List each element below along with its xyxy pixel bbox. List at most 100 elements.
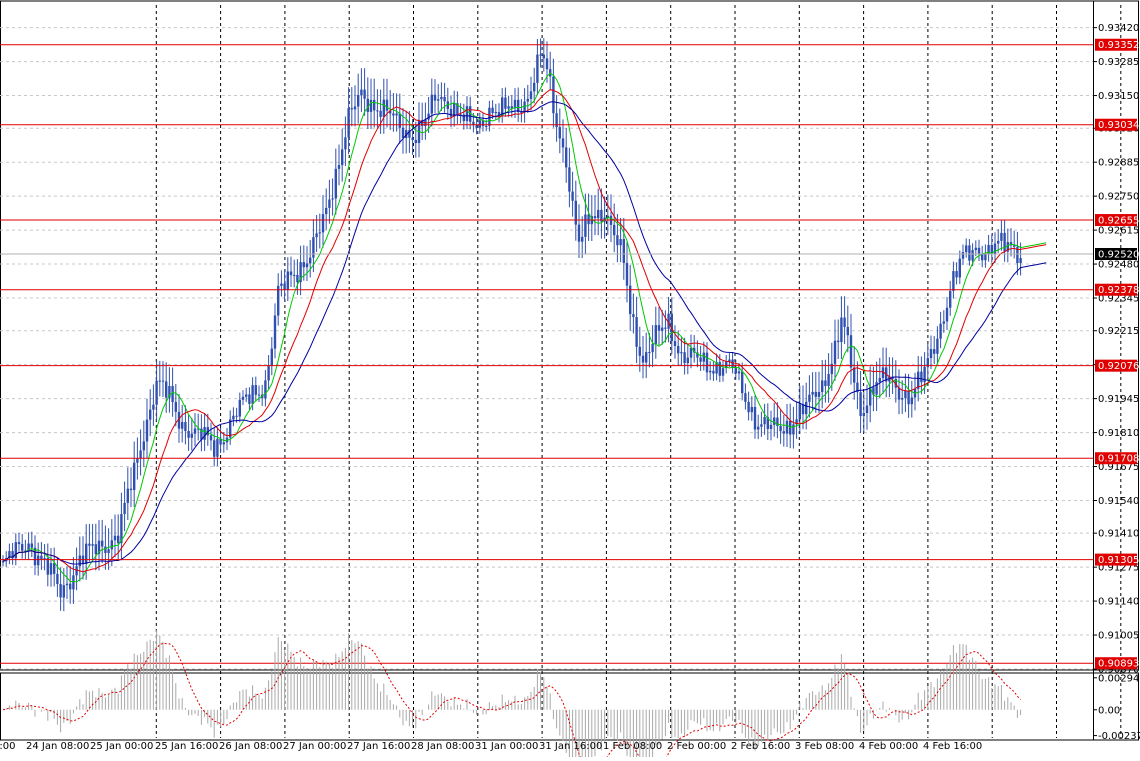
candle-body bbox=[373, 99, 376, 111]
candle-body bbox=[785, 420, 789, 434]
candle-body bbox=[241, 396, 245, 400]
chart-window[interactable]: 0.934200.932850.931500.930200.928850.927… bbox=[0, 0, 1140, 761]
candle-body bbox=[395, 113, 398, 116]
candle-body bbox=[353, 106, 357, 110]
time-label: 28 Jan 08:00 bbox=[411, 741, 474, 752]
candle-body bbox=[536, 54, 539, 83]
candle-body bbox=[152, 404, 155, 410]
candle-body bbox=[632, 314, 635, 318]
candle-body bbox=[568, 167, 571, 192]
candle-body bbox=[859, 392, 862, 417]
candle-body bbox=[539, 54, 542, 56]
candle-body bbox=[635, 317, 638, 347]
candle-body bbox=[952, 271, 955, 291]
candle-body bbox=[334, 168, 337, 199]
candle-body bbox=[613, 224, 616, 236]
candle-body bbox=[315, 233, 318, 238]
level-label: 0.92655 bbox=[1098, 216, 1139, 227]
candle-body bbox=[910, 397, 913, 405]
candle-body bbox=[40, 555, 43, 560]
candle-body bbox=[939, 323, 942, 339]
candle-body bbox=[344, 137, 347, 150]
candle-body bbox=[78, 555, 81, 567]
candle-body bbox=[85, 543, 88, 565]
candle-body bbox=[449, 108, 453, 117]
candle-body bbox=[14, 542, 17, 559]
candle-body bbox=[504, 97, 507, 109]
time-label: 25 Jan 16:00 bbox=[155, 741, 218, 752]
candle-body bbox=[142, 441, 145, 451]
candle-body bbox=[597, 209, 600, 219]
candle-body bbox=[133, 462, 136, 491]
candle-body bbox=[21, 544, 24, 551]
candle-body bbox=[709, 370, 712, 373]
candle-body bbox=[805, 401, 808, 415]
candle-body bbox=[385, 99, 389, 111]
candle-body bbox=[901, 398, 904, 400]
candle-body bbox=[113, 535, 117, 541]
candle-body bbox=[641, 355, 645, 363]
candle-body bbox=[117, 535, 120, 544]
candle-body bbox=[360, 89, 363, 96]
price-tick-label: 0.92750 bbox=[1098, 192, 1139, 203]
candle-body bbox=[350, 108, 353, 110]
candle-body bbox=[251, 385, 254, 404]
candle-body bbox=[779, 425, 782, 432]
candle-body bbox=[485, 125, 488, 127]
level-label: 0.91708 bbox=[1098, 454, 1139, 465]
candle-body bbox=[821, 380, 824, 392]
candle-body bbox=[328, 199, 331, 208]
price-tick-label: 0.92615 bbox=[1098, 226, 1139, 237]
price-tick-label: 0.93285 bbox=[1098, 57, 1139, 68]
candle-body bbox=[782, 431, 785, 434]
candle-body bbox=[843, 317, 846, 327]
candle-body bbox=[661, 327, 664, 331]
candle-body bbox=[747, 401, 750, 413]
candle-body bbox=[542, 54, 545, 59]
candle-body bbox=[216, 438, 219, 457]
candle-body bbox=[501, 97, 504, 116]
price-chart[interactable]: 0.934200.932850.931500.930200.928850.927… bbox=[0, 0, 1140, 761]
candle-body bbox=[289, 271, 293, 276]
candle-body bbox=[101, 540, 104, 547]
candle-body bbox=[971, 250, 974, 261]
candle-body bbox=[997, 240, 1000, 244]
level-label: 0.92076 bbox=[1098, 361, 1139, 372]
candle-body bbox=[491, 107, 494, 114]
candle-body bbox=[965, 245, 968, 253]
candle-body bbox=[683, 352, 686, 364]
candle-body bbox=[123, 502, 126, 515]
candle-body bbox=[254, 385, 257, 395]
candle-body bbox=[203, 427, 206, 440]
candle-body bbox=[920, 371, 923, 383]
candle-body bbox=[552, 76, 555, 114]
candle-body bbox=[145, 419, 149, 442]
candle-body bbox=[942, 321, 945, 324]
candle-body bbox=[46, 558, 49, 575]
candle-body bbox=[699, 357, 702, 362]
candle-body bbox=[686, 357, 689, 364]
candle-body bbox=[293, 274, 296, 276]
level-label: 0.90893 bbox=[1098, 659, 1139, 670]
candle-body bbox=[529, 91, 533, 99]
candle-body bbox=[376, 110, 379, 112]
candle-body bbox=[933, 349, 936, 354]
oscillator-layer: 0.002943 0.00 -0.002378 bbox=[2, 629, 1140, 761]
candle-body bbox=[478, 120, 481, 128]
candle-body bbox=[581, 236, 584, 242]
candle-body bbox=[705, 352, 709, 373]
candle-body bbox=[59, 584, 62, 598]
candle-body bbox=[712, 370, 715, 374]
candle-body bbox=[769, 424, 773, 429]
time-axis: 5:00 24 Jan 08:0025 Jan 00:0025 Jan 16:00… bbox=[0, 741, 982, 752]
candle-body bbox=[577, 224, 581, 242]
candle-body bbox=[625, 262, 629, 286]
oscillator-tick-label: -0.002378 bbox=[1098, 731, 1140, 742]
candle-body bbox=[955, 271, 958, 278]
candle-body bbox=[165, 381, 168, 398]
candle-body bbox=[286, 271, 289, 290]
candle-body bbox=[968, 245, 971, 261]
candle-body bbox=[325, 207, 328, 215]
candle-body bbox=[184, 422, 187, 431]
candle-body bbox=[862, 413, 865, 417]
